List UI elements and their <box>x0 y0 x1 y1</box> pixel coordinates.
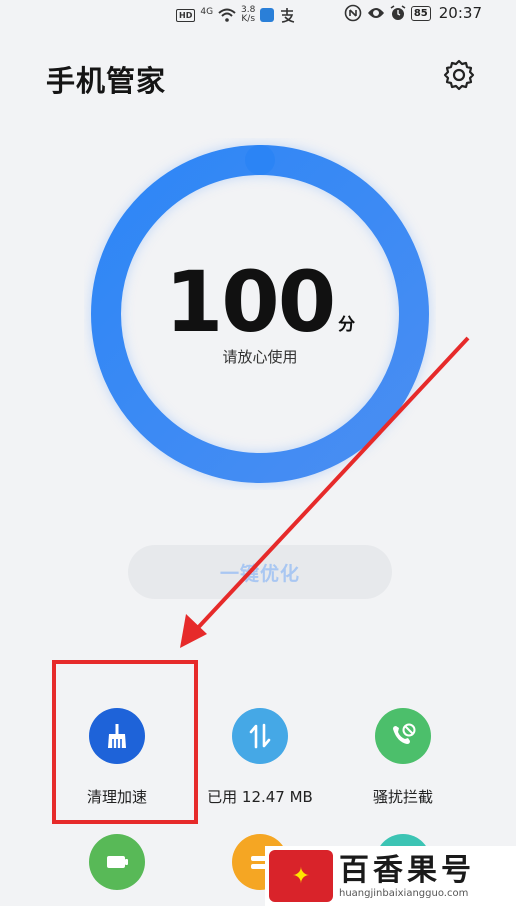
watermark-url: huangjinbaixiangguo.com <box>339 887 469 899</box>
page-title: 手机管家 <box>46 64 167 98</box>
cloud-app-icon <box>260 8 275 22</box>
score-display: 100 分 请放心使用 <box>84 260 436 367</box>
tool-data-usage-label: 已用 12.47 MB <box>207 788 313 806</box>
status-bar: HD 4G 3.8 K/s 85 20:37 <box>0 0 516 32</box>
wifi-icon <box>218 8 236 22</box>
gear-icon <box>443 59 475 91</box>
one-click-optimize-button[interactable]: 一键优化 <box>128 545 392 599</box>
hd-badge: HD <box>176 8 196 22</box>
battery-indicator: 85 <box>410 5 431 21</box>
tool-data-usage[interactable]: 已用 12.47 MB <box>185 708 335 807</box>
score-value: 100 <box>164 253 336 351</box>
blocked-call-icon <box>375 708 431 764</box>
score-subtitle: 请放心使用 <box>222 348 298 366</box>
clock: 20:37 <box>438 4 482 22</box>
score-unit: 分 <box>338 315 356 335</box>
battery-icon <box>89 834 145 890</box>
tool-harassment-block[interactable]: 骚扰拦截 <box>328 708 478 807</box>
eye-icon <box>367 8 384 18</box>
tool-harassment-block-label: 骚扰拦截 <box>372 788 433 806</box>
tool-battery[interactable] <box>42 834 192 890</box>
nfc-icon <box>344 4 362 22</box>
alipay-icon <box>281 8 295 23</box>
alarm-icon <box>390 5 406 20</box>
watermark-text: 百香果号 <box>339 852 475 888</box>
settings-button[interactable] <box>442 58 476 92</box>
status-bar-left: HD 4G 3.8 K/s <box>176 6 295 24</box>
network-speed: 3.8 K/s <box>241 6 255 24</box>
speed-unit: K/s <box>241 14 256 24</box>
watermark-logo-icon: ✦ <box>269 850 333 902</box>
highlight-box <box>52 660 198 824</box>
status-bar-right: 85 20:37 <box>344 4 482 22</box>
watermark: ✦ 百香果号 huangjinbaixiangguo.com <box>265 846 516 906</box>
data-transfer-icon <box>232 708 288 764</box>
network-type: 4G <box>200 6 214 17</box>
